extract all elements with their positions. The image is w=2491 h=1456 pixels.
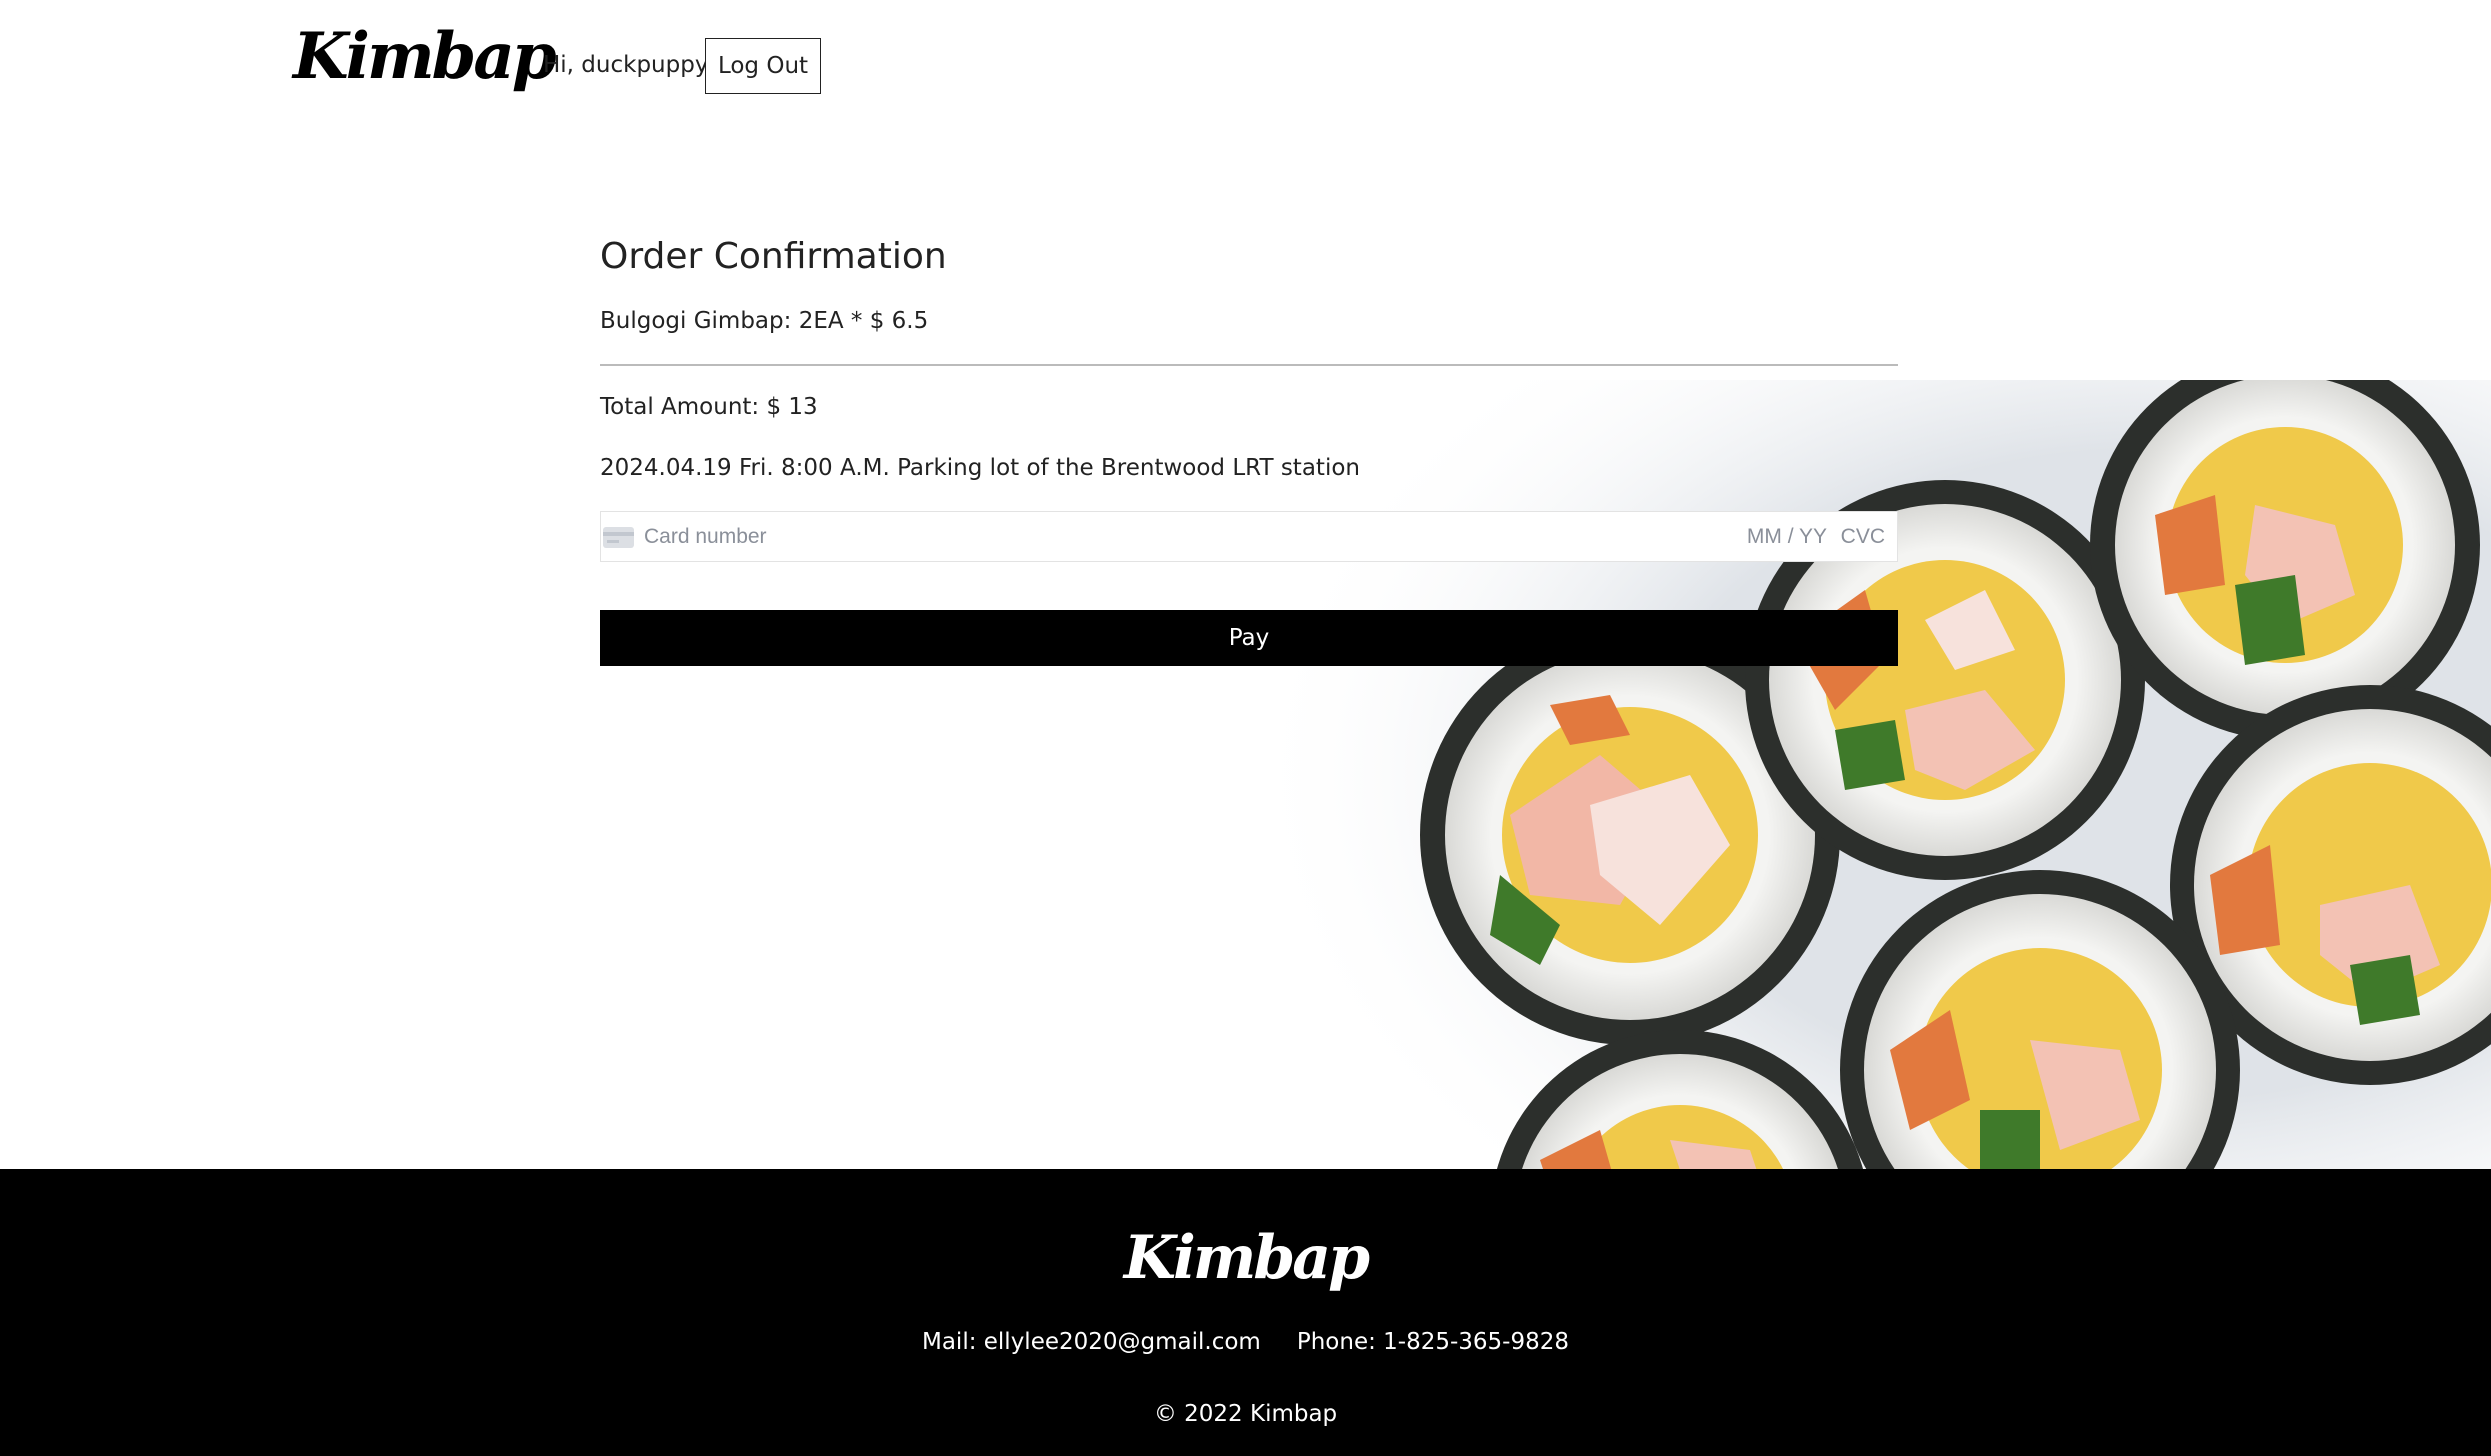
order-total: Total Amount: $ 13 (600, 394, 818, 420)
footer-phone: Phone: 1-825-365-9828 (1296, 1329, 1570, 1355)
kimbap-image (1280, 380, 2491, 1170)
footer-contact: Mail: ellylee2020@gmail.com Phone: 1-825-… (0, 1329, 2491, 1355)
pay-button[interactable]: Pay (600, 610, 1898, 666)
footer-mail: Mail: ellylee2020@gmail.com (921, 1329, 1261, 1355)
card-input-field[interactable]: Card number MM / YY CVC (600, 511, 1898, 562)
card-cvc-input[interactable]: CVC (1841, 525, 1885, 549)
header-logo[interactable]: Kimbap (293, 25, 557, 89)
credit-card-icon (603, 527, 634, 548)
order-item-line: Bulgogi Gimbap: 2EA * $ 6.5 (600, 308, 929, 334)
pickup-info: 2024.04.19 Fri. 8:00 A.M. Parking lot of… (600, 455, 1360, 481)
card-number-input[interactable]: Card number (644, 525, 767, 549)
divider (600, 364, 1898, 366)
footer-logo: Kimbap (1123, 1223, 1370, 1293)
footer-copyright: © 2022 Kimbap (1153, 1401, 1338, 1427)
logout-button[interactable]: Log Out (705, 38, 821, 94)
footer: Kimbap Mail: ellylee2020@gmail.com Phone:… (0, 1169, 2491, 1456)
page-title: Order Confirmation (600, 236, 947, 277)
card-expiry-input[interactable]: MM / YY (1747, 525, 1827, 549)
user-greeting: Hi, duckpuppy (543, 52, 709, 78)
